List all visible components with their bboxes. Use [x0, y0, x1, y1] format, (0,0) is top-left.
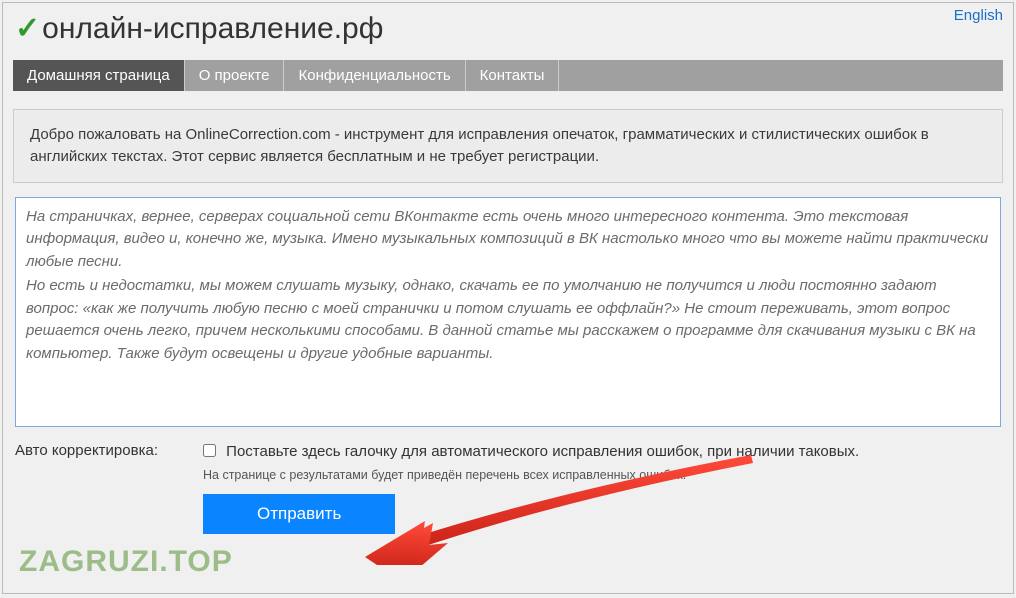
- autocorrect-desc: Поставьте здесь галочку для автоматическ…: [226, 443, 859, 460]
- nav-bar: Домашняя страница О проекте Конфиденциал…: [13, 60, 1003, 91]
- autocorrect-hint: На странице с результатами будет приведё…: [203, 466, 1001, 484]
- autocorrect-desc-line: Поставьте здесь галочку для автоматическ…: [203, 441, 1001, 463]
- watermark: ZAGRUZI.TOP: [19, 545, 233, 579]
- header: ✓ онлайн-исправление.рф: [3, 3, 1013, 60]
- text-paragraph-2: Но есть и недостатки, мы можем слушать м…: [26, 275, 990, 365]
- nav-about[interactable]: О проекте: [185, 60, 285, 91]
- text-input-area[interactable]: На страничках, вернее, серверах социальн…: [15, 197, 1001, 427]
- text-paragraph-1: На страничках, вернее, серверах социальн…: [26, 206, 990, 274]
- autocorrect-checkbox[interactable]: [203, 444, 216, 457]
- nav-privacy[interactable]: Конфиденциальность: [284, 60, 465, 91]
- site-title: онлайн-исправление.рф: [42, 12, 383, 46]
- nav-spacer: [559, 60, 1003, 91]
- nav-contacts[interactable]: Контакты: [466, 60, 560, 91]
- autocorrect-label: Авто корректировка:: [15, 441, 203, 485]
- language-link[interactable]: English: [954, 7, 1003, 24]
- submit-button[interactable]: Отправить: [203, 494, 395, 534]
- intro-box: Добро пожаловать на OnlineCorrection.com…: [13, 109, 1003, 183]
- autocorrect-row: Авто корректировка: Поставьте здесь гало…: [15, 441, 1001, 485]
- nav-home[interactable]: Домашняя страница: [13, 60, 185, 91]
- check-icon: ✓: [15, 11, 40, 46]
